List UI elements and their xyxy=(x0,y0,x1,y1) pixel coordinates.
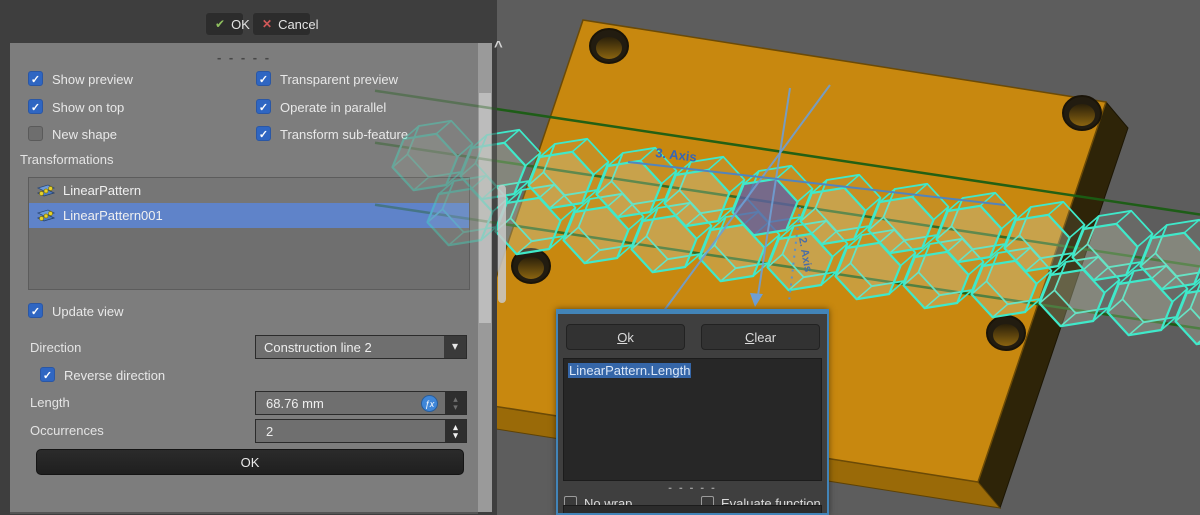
scroll-up-chevron-icon[interactable]: ^ xyxy=(494,38,503,55)
expression-value: LinearPattern.Length xyxy=(568,363,691,378)
expression-editor-dialog: Ok Clear LinearPattern.Length - - - - - … xyxy=(556,309,829,515)
dialog-clear-label: Clear xyxy=(745,330,776,345)
dialog-ok-button[interactable]: Ok xyxy=(566,324,685,350)
viewport-scroll-sliver[interactable] xyxy=(498,185,506,303)
dialog-result-field[interactable] xyxy=(563,505,822,513)
dialog-ok-label: Ok xyxy=(617,330,634,345)
dialog-clear-button[interactable]: Clear xyxy=(701,324,820,350)
expression-text-area[interactable]: LinearPattern.Length xyxy=(563,358,822,481)
dialog-splitter-handle[interactable]: - - - - - xyxy=(558,482,827,494)
